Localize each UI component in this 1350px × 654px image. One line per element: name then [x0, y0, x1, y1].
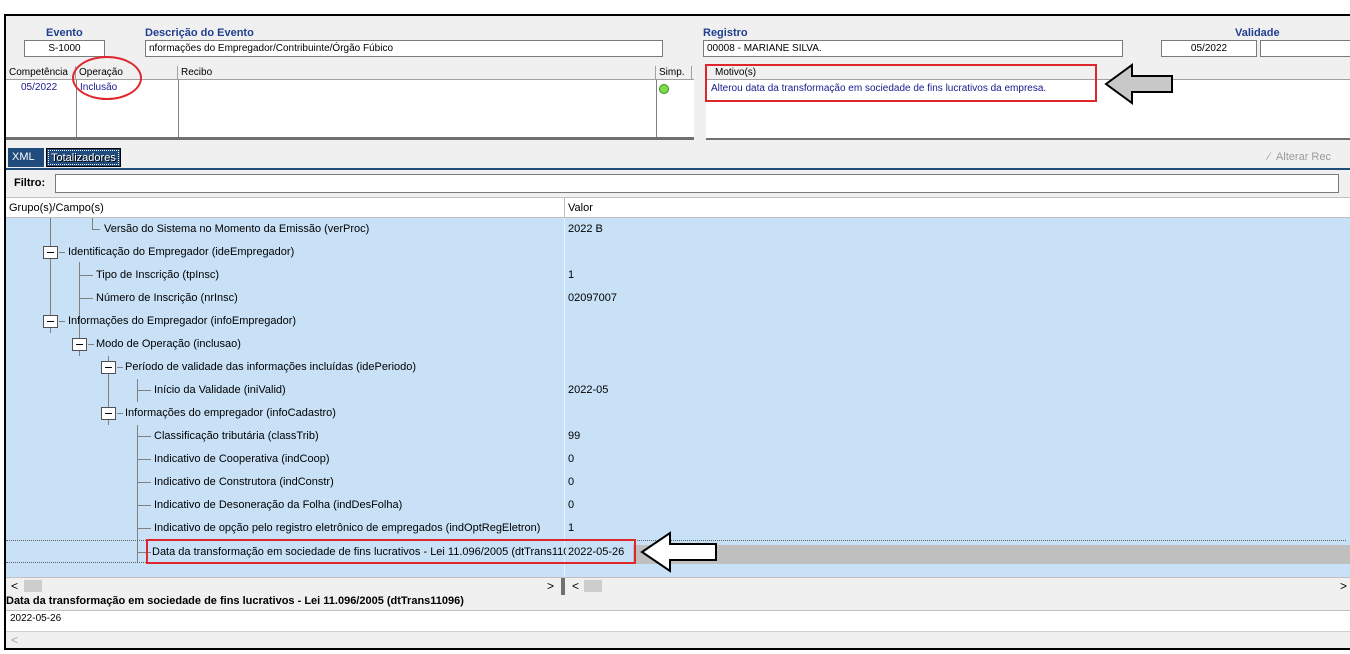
- tree-label: Indicativo de Construtora (indConstr): [154, 476, 334, 488]
- tree-label: Informações do empregador (infoCadastro): [125, 407, 336, 419]
- detail-horizontal-scrollbar[interactable]: <: [6, 631, 1350, 648]
- tree-label: Classificação tributária (classTrib): [154, 430, 319, 442]
- pointer-arrow-icon: [640, 531, 717, 573]
- tree-row[interactable]: Informações do empregador (infoCadastro): [6, 402, 1346, 425]
- tree-value: 2022 B: [568, 223, 603, 235]
- tree-value: 1: [568, 269, 575, 281]
- tree-value: 1: [568, 522, 575, 534]
- filtro-label: Filtro:: [14, 177, 46, 189]
- pencil-icon: ⁄: [1268, 151, 1276, 163]
- tree-value: 0: [568, 476, 575, 488]
- col-valor[interactable]: Valor: [568, 202, 593, 214]
- tree-row[interactable]: Número de Inscrição (nrInsc) 02097007: [6, 287, 1346, 310]
- filtro-input[interactable]: [55, 174, 1339, 193]
- tree-value: 99: [568, 430, 581, 442]
- tree-label: Número de Inscrição (nrInsc): [96, 292, 238, 304]
- tree-value: 0: [568, 453, 575, 465]
- tree-label: Indicativo de Cooperativa (indCoop): [154, 453, 330, 465]
- tree-row[interactable]: Modo de Operação (inclusao): [6, 333, 1346, 356]
- tree-label: Informações do Empregador (infoEmpregado…: [68, 315, 297, 327]
- scroll-left-icon[interactable]: <: [11, 633, 18, 647]
- tree-label: Identificação do Empregador (ideEmpregad…: [68, 246, 295, 258]
- tree-label: Indicativo de opção pelo registro eletrô…: [154, 522, 541, 534]
- registro-field[interactable]: 00008 - MARIANE SILVA.: [703, 40, 1123, 57]
- tree-row[interactable]: Indicativo de Cooperativa (indCoop) 0: [6, 448, 1346, 471]
- simp-status-icon: [659, 84, 669, 94]
- col-simp[interactable]: Simp.: [656, 66, 692, 80]
- registro-label: Registro: [703, 27, 748, 39]
- validade-field[interactable]: 05/2022: [1161, 40, 1257, 57]
- tree-row[interactable]: Identificação do Empregador (ideEmpregad…: [6, 241, 1346, 264]
- operacao-highlight-ellipse: [72, 56, 142, 100]
- tree-value: 02097007: [568, 292, 617, 304]
- tree-label: Modo de Operação (inclusao): [96, 338, 241, 350]
- col-competencia[interactable]: Competência: [6, 66, 76, 80]
- scroll-right-icon[interactable]: >: [1340, 579, 1347, 593]
- tree-value: 2022-05: [568, 384, 609, 396]
- alterar-label: Alterar Rec: [1275, 151, 1331, 163]
- scroll-left-icon[interactable]: <: [572, 579, 579, 593]
- collapse-icon[interactable]: [101, 407, 116, 420]
- scroll-right-icon[interactable]: >: [547, 579, 554, 593]
- col-grupo-campo[interactable]: Grupo(s)/Campo(s): [9, 202, 104, 214]
- collapse-icon[interactable]: [101, 361, 116, 374]
- tree-label: Indicativo de Desoneração da Folha (indD…: [154, 499, 403, 511]
- tree-header: Grupo(s)/Campo(s) Valor: [6, 197, 1350, 218]
- descricao-field[interactable]: nformações do Empregador/Contribuinte/Ór…: [145, 40, 663, 57]
- row-motivo[interactable]: Alterou data da transformação em socieda…: [711, 83, 1046, 94]
- tree-row[interactable]: Informações do Empregador (infoEmpregado…: [6, 310, 1346, 333]
- scroll-thumb[interactable]: [584, 580, 602, 592]
- pointer-arrow-icon: [1104, 63, 1173, 105]
- detail-value[interactable]: 2022-05-26: [6, 610, 1350, 631]
- tree-horizontal-scrollbar[interactable]: < > < >: [6, 577, 1350, 595]
- tree-row[interactable]: Classificação tributária (classTrib) 99: [6, 425, 1346, 448]
- row-competencia[interactable]: 05/2022: [21, 82, 57, 93]
- validade-label: Validade: [1235, 27, 1280, 39]
- collapse-icon[interactable]: [43, 246, 58, 259]
- tree-body: Versão do Sistema no Momento da Emissão …: [6, 218, 1350, 577]
- tree-label: Tipo de Inscrição (tpInsc): [96, 269, 220, 281]
- descricao-label: Descrição do Evento: [145, 27, 254, 39]
- collapse-icon[interactable]: [43, 315, 58, 328]
- tree-row[interactable]: Versão do Sistema no Momento da Emissão …: [6, 218, 1346, 241]
- alterar-recibo-button[interactable]: ⁄ Alterar Rec: [1268, 151, 1331, 163]
- col-recibo[interactable]: Recibo: [178, 66, 656, 80]
- detail-title: Data da transformação em sociedade de fi…: [6, 595, 1350, 610]
- event-window: Evento Descrição do Evento Registro Vali…: [4, 14, 1350, 650]
- collapse-icon[interactable]: [72, 338, 87, 351]
- tree-row[interactable]: Indicativo de Desoneração da Folha (indD…: [6, 494, 1346, 517]
- splitter-handle[interactable]: [561, 578, 565, 595]
- tree-row[interactable]: Tipo de Inscrição (tpInsc) 1: [6, 264, 1346, 287]
- tab-xml[interactable]: XML: [8, 148, 44, 167]
- scroll-thumb[interactable]: [24, 580, 42, 592]
- evento-field[interactable]: S-1000: [24, 40, 105, 57]
- tree-label: Versão do Sistema no Momento da Emissão …: [104, 223, 370, 235]
- evento-label: Evento: [46, 27, 83, 39]
- tree-row[interactable]: Início da Validade (iniValid) 2022-05: [6, 379, 1346, 402]
- scroll-left-icon[interactable]: <: [11, 579, 18, 593]
- tree-label: Início da Validade (iniValid): [154, 384, 286, 396]
- tree-row[interactable]: Indicativo de Construtora (indConstr) 0: [6, 471, 1346, 494]
- tab-totalizadores[interactable]: Totalizadores: [46, 148, 121, 167]
- tree-label: Período de validade das informações incl…: [125, 361, 417, 373]
- tab-bar: XML Totalizadores ⁄ Alterar Rec: [6, 148, 1350, 168]
- tree-row[interactable]: Período de validade das informações incl…: [6, 356, 1346, 379]
- tree-value: 0: [568, 499, 575, 511]
- validade-field-2[interactable]: [1260, 40, 1350, 57]
- selected-row-highlight-box: [146, 539, 636, 564]
